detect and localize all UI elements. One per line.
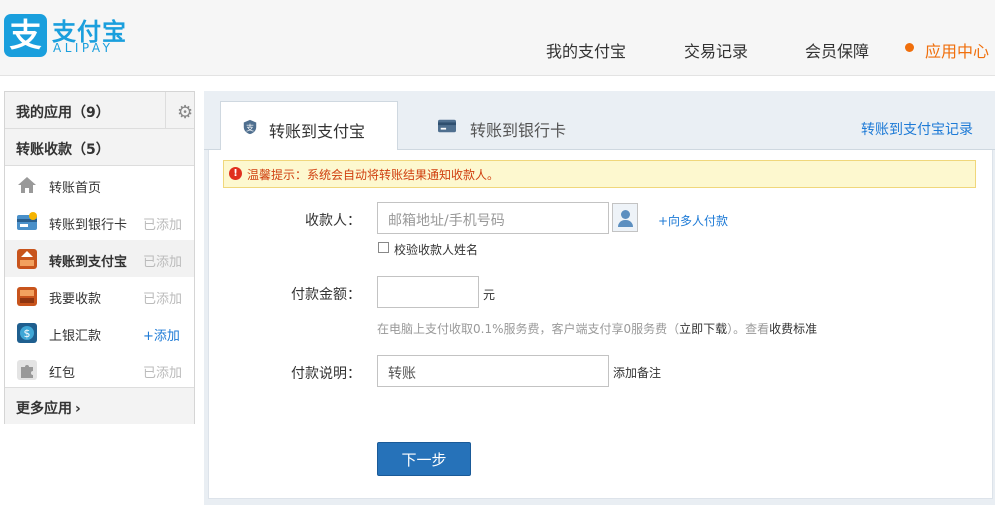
nav-transactions[interactable]: 交易记录 <box>684 38 748 62</box>
download-link[interactable]: 立即下载 <box>679 322 727 336</box>
added-status: 已添加 <box>143 255 183 270</box>
sidebar-item-label: 转账到支付宝 <box>49 255 128 270</box>
sidebar-my-apps[interactable]: 我的应用（9） ⚙ <box>5 92 194 129</box>
my-apps-title: 我的应用（9） <box>16 105 110 121</box>
added-status: 已添加 <box>143 218 183 233</box>
added-status: 已添加 <box>143 292 183 307</box>
amount-input[interactable] <box>377 276 479 308</box>
transfer-form: ! 温馨提示：系统会自动将转账结果通知收款人。 收款人： 邮箱地址/手机号码 +… <box>208 150 993 499</box>
group-title: 转账收款（5） <box>16 142 110 158</box>
sidebar-item-label: 我要收款 <box>49 292 102 307</box>
settings-button[interactable]: ⚙ <box>165 92 194 128</box>
fee-note-mid: ）。查看 <box>727 322 770 336</box>
fee-note-prefix: 在电脑上支付收取0.1%服务费，客户端支付享0服务费（ <box>377 322 680 336</box>
contacts-button[interactable] <box>612 203 638 232</box>
tip-text: 温馨提示：系统会自动将转账结果通知收款人。 <box>247 168 500 182</box>
sidebar-item-label: 转账到银行卡 <box>49 218 128 233</box>
payee-label: 收款人： <box>305 213 361 229</box>
collect-money-icon <box>17 287 37 306</box>
tab-label: 转账到支付宝 <box>269 122 366 141</box>
alipay-shield-icon: 支 <box>243 119 257 135</box>
sidebar-item-transfer-home[interactable]: 转账首页 <box>5 166 194 203</box>
payee-input[interactable]: 邮箱地址/手机号码 <box>377 202 609 234</box>
top-header: 支 支付宝 ALIPAY 我的支付宝 交易记录 会员保障 应用中心 <box>0 0 995 76</box>
sidebar-item-red-packet[interactable]: 红包 已添加 <box>5 351 194 388</box>
sidebar-group-transfer[interactable]: 转账收款（5） <box>5 129 194 166</box>
pay-multiple-link[interactable]: +向多人付款 <box>658 212 728 229</box>
home-icon <box>18 177 36 193</box>
contact-icon <box>621 210 630 219</box>
fee-note: 在电脑上支付收取0.1%服务费，客户端支付享0服务费（立即下载）。查看收费标准 <box>377 320 817 337</box>
sidebar-item-label: 红包 <box>49 366 76 381</box>
logo-text-en: ALIPAY <box>53 41 114 55</box>
verify-name-checkbox[interactable] <box>378 242 389 253</box>
svg-text:$: $ <box>24 327 31 340</box>
chevron-right-icon: › <box>75 401 81 417</box>
sidebar-item-label: 上银汇款 <box>49 329 102 344</box>
sidebar-item-label: 转账首页 <box>49 181 102 196</box>
bank-card-icon <box>17 212 37 230</box>
puzzle-icon <box>17 360 37 380</box>
nav-member-protection[interactable]: 会员保障 <box>805 38 869 62</box>
add-app-link[interactable]: +添加 <box>143 325 180 344</box>
remittance-icon: $ <box>17 323 37 343</box>
memo-label: 付款说明： <box>291 366 361 382</box>
gear-icon: ⚙ <box>177 102 194 123</box>
sidebar: 我的应用（9） ⚙ 转账收款（5） 转账首页 转账到银行卡 已添加 转账到支付宝… <box>4 91 195 424</box>
fee-standard-link[interactable]: 收费标准 <box>769 322 817 336</box>
next-step-button[interactable]: 下一步 <box>377 442 471 476</box>
sidebar-item-collect-money[interactable]: 我要收款 已添加 <box>5 277 194 314</box>
alipay-logo-icon: 支 <box>4 14 47 57</box>
sidebar-item-remittance[interactable]: $ 上银汇款 +添加 <box>5 314 194 351</box>
alipay-logo[interactable]: 支 支付宝 ALIPAY <box>4 14 126 58</box>
tab-transfer-to-bank[interactable]: 转账到银行卡 <box>438 101 598 149</box>
verify-name-label: 校验收款人姓名 <box>394 243 479 257</box>
memo-input[interactable]: 转账 <box>377 355 609 387</box>
warning-icon: ! <box>229 167 242 180</box>
nav-my-alipay[interactable]: 我的支付宝 <box>546 38 626 62</box>
sidebar-item-bank-card[interactable]: 转账到银行卡 已添加 <box>5 203 194 240</box>
svg-text:支: 支 <box>246 123 254 133</box>
transfer-records-link[interactable]: 转账到支付宝记录 <box>861 119 973 139</box>
active-dot-icon <box>905 43 914 52</box>
tab-label: 转账到银行卡 <box>470 121 567 140</box>
more-apps-link[interactable]: 更多应用 › <box>5 387 194 424</box>
more-apps-label: 更多应用 <box>16 401 72 417</box>
amount-unit: 元 <box>483 288 496 302</box>
alipay-transfer-icon <box>17 249 37 269</box>
main-panel: 支 转账到支付宝 转账到银行卡 转账到支付宝记录 ! 温馨提示：系统会自动将转账… <box>204 91 995 505</box>
tab-transfer-to-alipay[interactable]: 支 转账到支付宝 <box>220 101 398 151</box>
tab-bar: 支 转账到支付宝 转账到银行卡 转账到支付宝记录 <box>204 91 995 151</box>
added-status: 已添加 <box>143 366 183 381</box>
add-note-link[interactable]: 添加备注 <box>613 364 661 381</box>
sidebar-item-alipay-transfer[interactable]: 转账到支付宝 已添加 <box>5 240 194 277</box>
bank-card-icon <box>438 119 456 133</box>
nav-app-center[interactable]: 应用中心 <box>925 38 989 62</box>
warm-tip-banner: ! 温馨提示：系统会自动将转账结果通知收款人。 <box>223 160 976 188</box>
amount-label: 付款金额： <box>291 287 361 303</box>
